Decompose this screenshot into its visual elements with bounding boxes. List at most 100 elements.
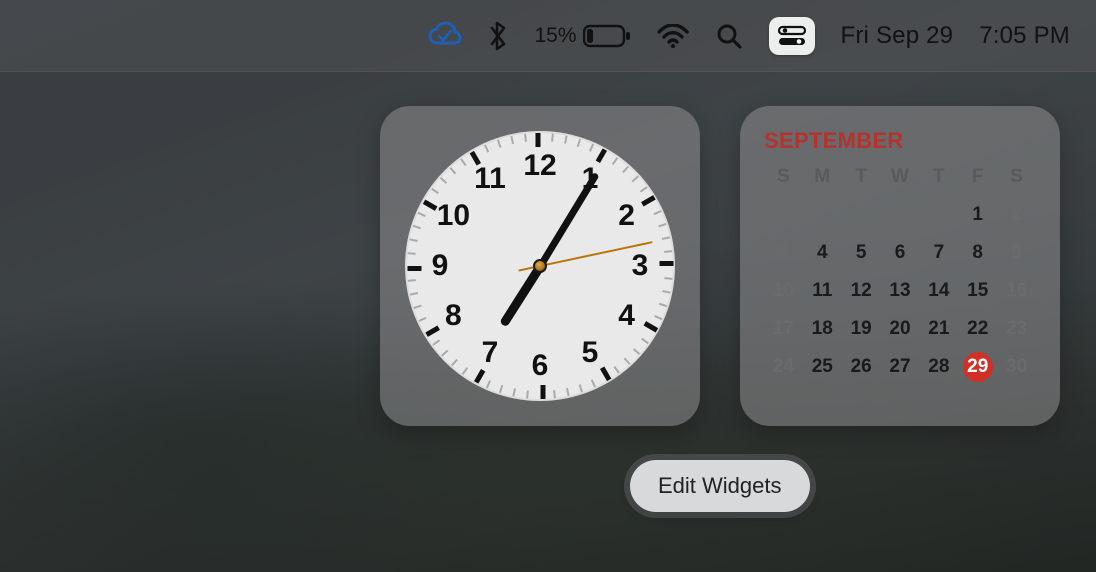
calendar-day[interactable]: 23 — [997, 316, 1036, 342]
calendar-day[interactable]: 12 — [842, 278, 881, 304]
clock-tick — [408, 252, 416, 255]
clock-tick — [418, 212, 426, 217]
clock-tick — [591, 379, 596, 387]
calendar-day[interactable]: 11 — [803, 278, 842, 304]
calendar-day[interactable]: 17 — [764, 316, 803, 342]
clock-tick — [658, 223, 666, 227]
clock-tick — [409, 238, 417, 242]
battery-status[interactable]: 15% — [534, 24, 630, 48]
clock-tick — [643, 321, 658, 332]
clock-tick — [632, 176, 639, 183]
clock-numeral: 11 — [474, 162, 506, 196]
search-icon[interactable] — [715, 22, 743, 50]
calendar-empty — [764, 202, 803, 228]
cloud-app-icon[interactable] — [428, 21, 462, 51]
clock-tick — [566, 388, 570, 396]
menu-bar-time[interactable]: 7:05 PM — [979, 22, 1070, 50]
menu-bar: 15% Fri Sep 29 7:05 PM — [0, 0, 1096, 72]
calendar-dow: W — [881, 164, 920, 190]
calendar-day[interactable]: 22 — [958, 316, 997, 342]
calendar-day[interactable]: 27 — [881, 354, 920, 380]
calendar-day[interactable]: 13 — [881, 278, 920, 304]
clock-tick — [624, 358, 631, 365]
clock-numeral: 12 — [523, 149, 556, 183]
calendar-empty — [842, 202, 881, 228]
calendar-day[interactable]: 14 — [919, 278, 958, 304]
clock-numeral: 3 — [632, 249, 649, 283]
menu-bar-date[interactable]: Fri Sep 29 — [841, 22, 954, 50]
calendar-day[interactable]: 2 — [997, 202, 1036, 228]
clock-tick — [540, 385, 545, 399]
control-center-icon[interactable] — [769, 17, 815, 55]
clock-tick — [431, 188, 439, 194]
clock-hour-hand — [499, 264, 544, 328]
calendar-day[interactable]: 21 — [919, 316, 958, 342]
calendar-day[interactable]: 16 — [997, 278, 1036, 304]
clock-tick — [486, 380, 491, 388]
clock-tick — [526, 390, 529, 398]
clock-numeral: 5 — [582, 336, 599, 370]
clock-tick — [613, 366, 619, 374]
bluetooth-icon[interactable] — [488, 20, 508, 52]
edit-widgets-button[interactable]: Edit Widgets — [630, 460, 810, 512]
clock-tick — [662, 290, 670, 294]
calendar-day[interactable]: 24 — [764, 354, 803, 380]
calendar-day[interactable]: 1 — [958, 202, 997, 228]
clock-tick — [564, 135, 568, 143]
calendar-day[interactable]: 9 — [997, 240, 1036, 266]
calendar-day[interactable]: 29 — [958, 354, 997, 380]
clock-tick — [589, 144, 594, 152]
clock-tick — [413, 225, 421, 229]
clock-tick — [510, 136, 514, 144]
calendar-day[interactable]: 28 — [919, 354, 958, 380]
clock-tick — [659, 303, 667, 307]
calendar-day[interactable]: 4 — [803, 240, 842, 266]
clock-widget[interactable]: 121234567891011 — [380, 106, 700, 426]
calendar-day[interactable]: 6 — [881, 240, 920, 266]
edit-widgets-label: Edit Widgets — [658, 473, 782, 498]
calendar-day[interactable]: 10 — [764, 278, 803, 304]
clock-tick — [414, 305, 422, 309]
clock-tick — [551, 134, 554, 142]
calendar-day[interactable]: 25 — [803, 354, 842, 380]
clock-numeral: 2 — [618, 199, 635, 233]
clock-tick — [659, 261, 673, 266]
clock-tick — [422, 200, 437, 211]
clock-tick — [407, 266, 421, 271]
clock-tick — [600, 367, 611, 382]
calendar-day[interactable]: 19 — [842, 316, 881, 342]
calendar-day[interactable]: 26 — [842, 354, 881, 380]
calendar-day[interactable]: 5 — [842, 240, 881, 266]
clock-tick — [662, 236, 670, 240]
calendar-widget[interactable]: SEPTEMBER SMTWTFS12345678910111213141516… — [740, 106, 1060, 426]
clock-tick — [432, 339, 440, 345]
clock-tick — [653, 210, 661, 215]
clock-tick — [450, 167, 457, 174]
clock-tick — [612, 157, 618, 165]
clock-face: 121234567891011 — [405, 131, 675, 401]
clock-tick — [512, 388, 516, 396]
calendar-day[interactable]: 18 — [803, 316, 842, 342]
clock-tick — [462, 367, 468, 375]
battery-icon — [583, 24, 631, 48]
clock-numeral: 10 — [437, 199, 470, 233]
calendar-day[interactable]: 8 — [958, 240, 997, 266]
calendar-day[interactable]: 3 — [764, 240, 803, 266]
time-label: 7:05 PM — [979, 22, 1070, 50]
clock-tick — [579, 384, 583, 392]
calendar-empty — [919, 202, 958, 228]
calendar-grid: SMTWTFS123456789101112131415161718192021… — [764, 164, 1036, 380]
calendar-day[interactable]: 15 — [958, 278, 997, 304]
calendar-day[interactable]: 20 — [881, 316, 920, 342]
clock-tick — [553, 390, 556, 398]
clock-tick — [524, 134, 527, 142]
wifi-icon[interactable] — [657, 24, 689, 48]
calendar-day[interactable]: 7 — [919, 240, 958, 266]
clock-tick — [654, 315, 662, 320]
calendar-dow: S — [997, 164, 1036, 190]
clock-tick — [633, 348, 640, 355]
calendar-day[interactable]: 30 — [997, 354, 1036, 380]
clock-numeral: 4 — [618, 299, 635, 333]
calendar-empty — [803, 202, 842, 228]
clock-tick — [641, 195, 656, 206]
